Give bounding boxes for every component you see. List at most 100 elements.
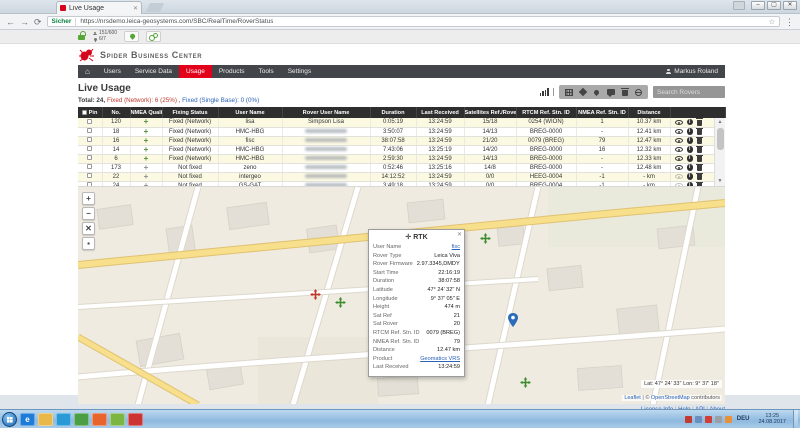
column-header-actions[interactable]: [670, 107, 725, 118]
zoom-out-button[interactable]: −: [82, 207, 95, 220]
rover-map[interactable]: +−✕▪ ✕ ✛RTK User NamefiscRover TypeLeica…: [78, 186, 725, 404]
column-header-last-received[interactable]: Last Received: [416, 107, 464, 118]
info-icon[interactable]: i: [687, 128, 693, 134]
select-all-checkbox[interactable]: [82, 110, 87, 115]
taskbar-app-6[interactable]: [110, 413, 125, 426]
reload-icon[interactable]: ⟳: [34, 17, 42, 27]
column-header-rover-user-name[interactable]: Rover User Name: [282, 107, 370, 118]
info-icon[interactable]: i: [687, 164, 693, 170]
tray-icon-3[interactable]: [705, 416, 712, 423]
column-header-rtcm-ref-stn-id[interactable]: RTCM Ref. Stn. ID: [516, 107, 576, 118]
browser-menu-icon[interactable]: ⋮: [785, 17, 794, 27]
nav-item-usage[interactable]: Usage: [179, 65, 212, 78]
taskbar-app-5[interactable]: [92, 413, 107, 426]
close-button[interactable]: ✕: [783, 1, 797, 10]
globe-button[interactable]: [632, 87, 645, 97]
signal-bars-icon[interactable]: [540, 88, 554, 96]
view-icon[interactable]: [675, 156, 683, 161]
minimize-button[interactable]: –: [751, 1, 765, 10]
forward-icon[interactable]: →: [20, 17, 29, 27]
column-header-duration[interactable]: Duration: [370, 107, 416, 118]
search-input[interactable]: [653, 86, 725, 98]
delete-icon[interactable]: [697, 165, 702, 171]
nav-item-users[interactable]: Users: [97, 65, 128, 78]
browser-profile-button[interactable]: [733, 1, 745, 10]
map-view-button[interactable]: [124, 31, 139, 42]
delete-icon[interactable]: [697, 156, 702, 162]
pin-checkbox[interactable]: [87, 146, 92, 151]
nav-item-settings[interactable]: Settings: [281, 65, 319, 78]
user-menu[interactable]: Markus Roland: [658, 65, 725, 78]
bookmark-star-icon[interactable]: ☆: [769, 18, 775, 26]
zoom-in-button[interactable]: +: [82, 192, 95, 205]
pin-checkbox[interactable]: [87, 164, 92, 169]
scroll-down-arrow[interactable]: ▼: [715, 177, 725, 186]
view-icon[interactable]: [675, 147, 683, 152]
scroll-up-arrow[interactable]: ▲: [715, 118, 725, 127]
trash-button[interactable]: [618, 87, 631, 97]
column-header-no-[interactable]: No.: [102, 107, 130, 118]
info-icon[interactable]: i: [687, 173, 693, 179]
pin-checkbox[interactable]: [87, 128, 92, 133]
popup-value-link[interactable]: Geomatics VRS: [396, 355, 460, 364]
network-status-button[interactable]: [146, 31, 161, 42]
table-row[interactable]: 120+Fixed (Network)lisaSimpson Lisa0:05:…: [78, 118, 725, 127]
secure-badge[interactable]: Sicher: [52, 18, 72, 25]
pin-checkbox[interactable]: [87, 119, 92, 124]
delete-icon[interactable]: [697, 138, 702, 144]
delete-icon[interactable]: [697, 120, 702, 126]
taskbar-app-2[interactable]: [38, 413, 53, 426]
pin-checkbox[interactable]: [87, 155, 92, 160]
start-button[interactable]: [2, 412, 17, 427]
rover-marker-pin[interactable]: [508, 313, 518, 332]
taskbar-app-4[interactable]: [74, 413, 89, 426]
clear-selection-button[interactable]: ✕: [82, 222, 95, 235]
show-desktop-button[interactable]: [793, 410, 798, 428]
table-row[interactable]: 6+Fixed (Network)HMC-HBG2:59:3013:24:591…: [78, 154, 725, 163]
table-row[interactable]: 16+Fixed (Network)fisc38:07:5813:24:5921…: [78, 136, 725, 145]
address-bar[interactable]: Sicher https://nrsdemo.leica-geosystems.…: [47, 16, 780, 27]
leaflet-link[interactable]: Leaflet: [624, 395, 641, 401]
column-header-nmea-quality[interactable]: NMEA Quality: [130, 107, 162, 118]
table-row[interactable]: 173+Not fixedzeno0:52:4613:25:1614/8BREG…: [78, 163, 725, 172]
tray-icon-2[interactable]: [695, 416, 702, 423]
view-icon[interactable]: [675, 165, 683, 170]
view-icon[interactable]: [675, 138, 683, 143]
view-icon[interactable]: [675, 174, 683, 179]
column-header-nmea-ref-stn-id[interactable]: NMEA Ref. Stn. ID: [576, 107, 628, 118]
nav-item-products[interactable]: Products: [212, 65, 252, 78]
osm-link[interactable]: OpenStreetMap: [651, 395, 690, 401]
nav-item-tools[interactable]: Tools: [252, 65, 281, 78]
rover-marker-crosshair[interactable]: [335, 295, 346, 313]
table-columns-button[interactable]: [562, 87, 575, 97]
table-row[interactable]: 18+Fixed (Network)HMC-HBG3:50:0713:24:59…: [78, 127, 725, 136]
maximize-button[interactable]: ▢: [767, 1, 781, 10]
taskbar-app-3[interactable]: [56, 413, 71, 426]
delete-icon[interactable]: [697, 129, 702, 135]
column-header-pin[interactable]: Pin: [78, 107, 102, 118]
delete-icon[interactable]: [697, 147, 702, 153]
scrollbar-thumb[interactable]: [717, 128, 724, 150]
new-tab-button[interactable]: [146, 3, 164, 12]
column-header-fixing-status[interactable]: Fixing Status: [162, 107, 218, 118]
info-icon[interactable]: i: [687, 146, 693, 152]
popup-value-link[interactable]: fisc: [405, 243, 460, 252]
map-pin-button[interactable]: [590, 87, 603, 97]
popup-close-icon[interactable]: ✕: [457, 231, 462, 238]
tray-icon-4[interactable]: [715, 416, 722, 423]
tray-icon-1[interactable]: [685, 416, 692, 423]
info-icon[interactable]: i: [687, 137, 693, 143]
column-header-satellites-ref-rover[interactable]: Satellites Ref./Rover: [464, 107, 516, 118]
rover-marker-crosshair[interactable]: [480, 231, 491, 249]
browser-tab[interactable]: Live Usage ✕: [56, 1, 142, 14]
column-header-distance[interactable]: Distance: [628, 107, 670, 118]
pin-checkbox[interactable]: [87, 173, 92, 178]
diamond-button[interactable]: [576, 87, 589, 97]
pin-checkbox[interactable]: [87, 137, 92, 142]
nav-item-service-data[interactable]: Service Data: [128, 65, 179, 78]
table-row[interactable]: 22+Not fixedintergeo14:12:5213:24:590/0H…: [78, 172, 725, 181]
tab-close-icon[interactable]: ✕: [133, 5, 138, 12]
table-scrollbar[interactable]: ▲ ▼: [714, 118, 725, 186]
language-indicator[interactable]: DEU: [735, 416, 752, 422]
back-icon[interactable]: ←: [6, 17, 15, 27]
